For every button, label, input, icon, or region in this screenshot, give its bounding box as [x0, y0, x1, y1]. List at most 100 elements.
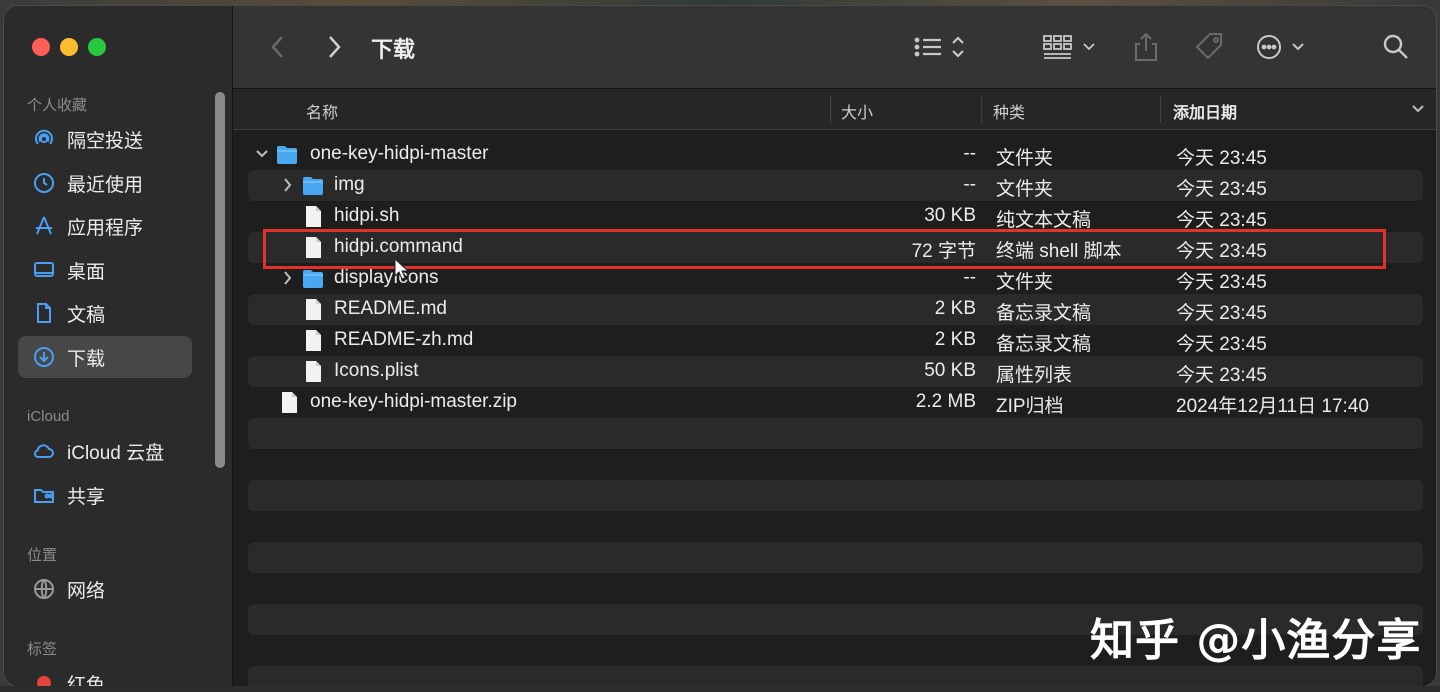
file-name: Icons.plist: [334, 360, 419, 381]
applications-icon: [31, 213, 57, 239]
sort-chevron-down-icon: [1412, 105, 1424, 113]
close-window-button[interactable]: [32, 38, 50, 56]
chevron-right-icon: [329, 36, 341, 58]
file-kind: 文件夹: [996, 148, 1054, 169]
sidebar-item-label: 红色: [67, 674, 106, 687]
plist-file-icon: [306, 361, 321, 382]
search-button[interactable]: [1381, 28, 1411, 66]
sidebar-item-label: 文稿: [67, 304, 106, 326]
tag-button[interactable]: [1191, 28, 1227, 66]
file-name: displayIcons: [334, 267, 439, 288]
file-kind: 备忘录文稿: [996, 303, 1092, 324]
folder-icon: [303, 270, 323, 288]
table-row[interactable]: hidpi.sh 30 KB 纯文本文稿 今天 23:45: [248, 201, 1423, 232]
sidebar-item-label: 下载: [67, 348, 106, 370]
cloud-icon: [31, 438, 57, 464]
sidebar-item-label: 桌面: [67, 261, 106, 283]
finder-window: 个人收藏 隔空投送 最近使用 应用程序 桌面 文稿 下载 iCloud iClo…: [4, 6, 1436, 686]
table-row[interactable]: one-key-hidpi-master.zip 2.2 MB ZIP归档 20…: [248, 387, 1423, 418]
list-view-icon: [914, 36, 964, 58]
sidebar-item-downloads[interactable]: 下载: [18, 336, 192, 378]
file-size: 2 KB: [934, 298, 976, 319]
file-date-added: 今天 23:45: [1176, 334, 1267, 355]
clock-icon: [31, 170, 57, 196]
file-kind: 文件夹: [996, 272, 1054, 293]
shared-folder-icon: [31, 482, 57, 508]
sidebar-item-label: 最近使用: [67, 174, 144, 196]
window-controls: [32, 38, 106, 56]
sidebar-item-label: 共享: [67, 486, 106, 508]
column-divider[interactable]: [830, 95, 831, 123]
back-button[interactable]: [263, 28, 293, 66]
empty-row: [248, 418, 1423, 449]
sidebar-item-applications[interactable]: 应用程序: [18, 205, 192, 247]
chevron-left-icon: [271, 36, 283, 58]
file-size: 30 KB: [924, 205, 976, 226]
file-size: --: [963, 267, 976, 288]
column-divider[interactable]: [1160, 95, 1161, 123]
file-name: one-key-hidpi-master: [310, 143, 489, 164]
file-date-added: 今天 23:45: [1176, 148, 1267, 169]
file-date-added: 今天 23:45: [1176, 179, 1267, 200]
sidebar-item-icloud-drive[interactable]: iCloud 云盘: [18, 430, 192, 472]
disclosure-chevron-right-icon[interactable]: [280, 176, 296, 194]
disclosure-chevron-right-icon[interactable]: [280, 269, 296, 287]
share-button[interactable]: [1131, 28, 1161, 66]
sidebar-item-label: 网络: [67, 580, 106, 602]
list-view-button[interactable]: [911, 28, 971, 66]
group-by-button[interactable]: [1041, 28, 1101, 66]
mouse-cursor-icon: [394, 258, 409, 280]
file-kind: 属性列表: [996, 365, 1073, 386]
zoom-window-button[interactable]: [88, 38, 106, 56]
sidebar-section-locations: 位置: [27, 547, 58, 564]
file-size: 50 KB: [924, 360, 976, 381]
tag-icon: [1195, 33, 1222, 60]
sidebar-item-label: 应用程序: [67, 217, 144, 239]
text-file-icon: [306, 330, 321, 351]
file-date-added: 今天 23:45: [1176, 272, 1267, 293]
file-name: one-key-hidpi-master.zip: [310, 391, 517, 412]
column-name[interactable]: 名称: [306, 99, 338, 123]
disclosure-chevron-down-icon[interactable]: [254, 145, 270, 163]
document-icon: [31, 300, 57, 326]
column-kind[interactable]: 种类: [993, 99, 1025, 123]
column-date-added[interactable]: 添加日期: [1173, 99, 1237, 123]
column-header: 名称 大小 种类 添加日期: [233, 89, 1436, 130]
file-date-added: 今天 23:45: [1176, 303, 1267, 324]
table-row[interactable]: README.md 2 KB 备忘录文稿 今天 23:45: [248, 294, 1423, 325]
sidebar-item-documents[interactable]: 文稿: [18, 292, 192, 334]
annotation-highlight-box: [263, 229, 1386, 269]
file-kind: 纯文本文稿: [996, 210, 1092, 231]
desktop-background-bottom: [0, 686, 1440, 692]
file-kind: 备忘录文稿: [996, 334, 1092, 355]
more-actions-button[interactable]: [1255, 28, 1311, 66]
file-size: --: [963, 143, 976, 164]
sidebar-item-recents[interactable]: 最近使用: [18, 162, 192, 204]
table-row[interactable]: img -- 文件夹 今天 23:45: [248, 170, 1423, 201]
share-icon: [1135, 32, 1157, 61]
file-date-added: 今天 23:45: [1176, 365, 1267, 386]
ellipsis-circle-icon: [1257, 35, 1304, 59]
search-icon: [1383, 34, 1408, 59]
sidebar-item-network[interactable]: 网络: [18, 568, 192, 610]
sidebar-item-label: iCloud 云盘: [67, 442, 165, 464]
text-file-icon: [306, 299, 321, 320]
empty-row: [248, 480, 1423, 511]
sidebar-item-desktop[interactable]: 桌面: [18, 249, 192, 291]
network-icon: [31, 576, 57, 602]
forward-button[interactable]: [319, 28, 349, 66]
sidebar-item-shared[interactable]: 共享: [18, 474, 192, 516]
file-size: --: [963, 174, 976, 195]
column-size[interactable]: 大小: [841, 99, 873, 123]
file-kind: 文件夹: [996, 179, 1054, 200]
download-icon: [31, 344, 57, 370]
window-title: 下载: [371, 37, 416, 62]
sidebar-item-airdrop[interactable]: 隔空投送: [18, 118, 192, 160]
table-row[interactable]: README-zh.md 2 KB 备忘录文稿 今天 23:45: [248, 325, 1423, 356]
table-row[interactable]: one-key-hidpi-master -- 文件夹 今天 23:45: [248, 139, 1423, 170]
sidebar-scrollbar[interactable]: [215, 92, 225, 468]
minimize-window-button[interactable]: [60, 38, 78, 56]
sidebar-item-tag-red[interactable]: 红色: [18, 662, 192, 686]
column-divider[interactable]: [981, 95, 982, 123]
table-row[interactable]: Icons.plist 50 KB 属性列表 今天 23:45: [248, 356, 1423, 387]
